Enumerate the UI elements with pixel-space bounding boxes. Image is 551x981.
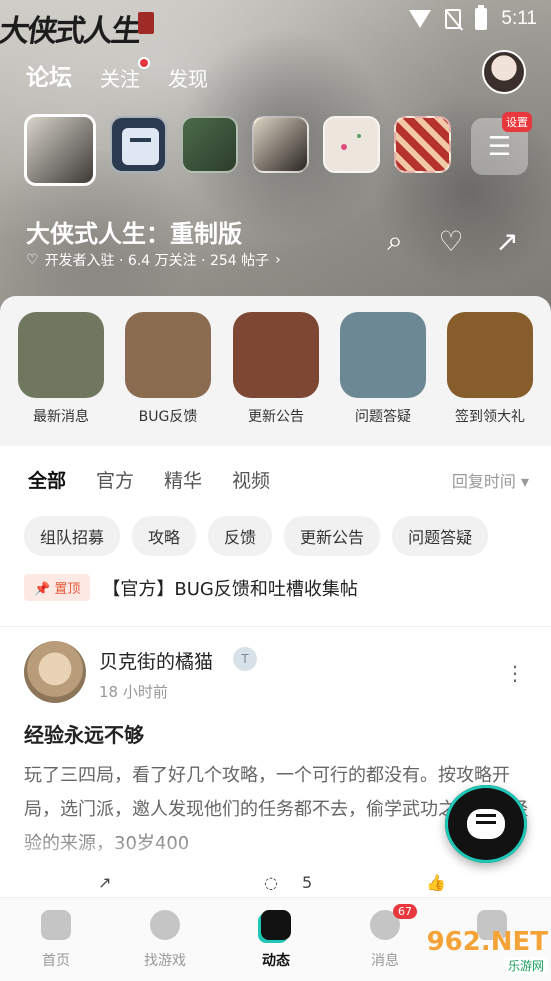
- category-tile: [125, 312, 211, 398]
- share-icon[interactable]: ↗: [490, 224, 524, 258]
- share-icon[interactable]: ↗: [98, 873, 111, 892]
- status-bar: 5:11: [409, 5, 537, 30]
- battery-icon: [475, 5, 488, 30]
- nav-home[interactable]: 首页: [16, 910, 96, 970]
- comment-count: 5: [302, 873, 313, 892]
- chip-update-notice[interactable]: 更新公告: [284, 516, 381, 556]
- watermark-line1: 962.NET: [426, 927, 548, 957]
- category-tile: [340, 312, 426, 398]
- chevron-right-icon[interactable]: ›: [275, 252, 281, 268]
- category-tile: [447, 312, 533, 398]
- home-icon: [41, 910, 71, 940]
- new-post-button[interactable]: [445, 785, 527, 863]
- followed-games-row: [24, 114, 451, 186]
- category-tile: [18, 312, 104, 398]
- topic-chips: 组队招募 攻略 反馈 更新公告 问题答疑: [24, 516, 489, 556]
- no-sim-icon: [445, 9, 462, 29]
- game-icon-6[interactable]: [394, 116, 451, 173]
- notification-dot: [138, 57, 150, 69]
- game-title: 大侠式人生：重制版: [26, 220, 242, 248]
- post-title: 经验永远不够: [24, 723, 144, 747]
- game-settings-button[interactable]: ☰ 设置: [471, 112, 532, 175]
- category-latest-news[interactable]: 最新消息: [18, 312, 104, 426]
- feed-icon: [261, 910, 291, 940]
- search-icon[interactable]: ⌕: [378, 224, 412, 258]
- sort-dropdown[interactable]: 回复时间 ▾: [452, 468, 529, 492]
- comment-icon[interactable]: ◌: [264, 873, 278, 892]
- settings-badge: 设置: [502, 112, 532, 132]
- tab-discover[interactable]: 发现: [168, 63, 208, 92]
- feed-filters: 全部 官方 精华 视频 回复时间 ▾ 组队招募 攻略 反馈 更新公告 问题答疑 …: [0, 446, 551, 626]
- top-nav-tabs: 论坛 关注 发现: [24, 57, 208, 94]
- tab-featured[interactable]: 精华: [164, 466, 202, 493]
- category-qa[interactable]: 问题答疑: [340, 312, 426, 426]
- site-watermark: 962.NET 乐游网: [412, 927, 548, 979]
- tab-following[interactable]: 关注: [100, 57, 150, 92]
- nav-label: 动态: [262, 953, 290, 969]
- chip-qa[interactable]: 问题答疑: [392, 516, 489, 556]
- nav-feed[interactable]: 动态: [236, 910, 316, 970]
- pinned-tag-label: 置顶: [54, 582, 81, 597]
- pinned-post-title: 【官方】BUG反馈和吐槽收集帖: [102, 578, 358, 600]
- feed-tabs: 全部 官方 精华 视频: [28, 466, 270, 497]
- category-label: 最新消息: [33, 409, 89, 425]
- chip-guide[interactable]: 攻略: [132, 516, 197, 556]
- follow-heart-icon[interactable]: ♡: [434, 224, 468, 258]
- pinned-tag: 📌 置顶: [24, 574, 91, 601]
- planet-icon: [150, 910, 180, 940]
- tab-following-label: 关注: [100, 67, 140, 91]
- category-label: BUG反馈: [138, 409, 198, 425]
- more-options-icon[interactable]: ⋮: [505, 661, 525, 685]
- tab-all[interactable]: 全部: [28, 466, 67, 497]
- category-label: 签到领大礼: [455, 409, 525, 425]
- nav-label: 首页: [42, 953, 70, 969]
- developer-icon: ♡: [26, 252, 39, 268]
- nav-label: 找游戏: [144, 953, 186, 969]
- tab-forum[interactable]: 论坛: [24, 58, 74, 94]
- game-icon-dxsrs[interactable]: [24, 114, 96, 186]
- category-tile: [233, 312, 319, 398]
- author-avatar[interactable]: [24, 641, 86, 703]
- game-icon-3[interactable]: [181, 116, 238, 173]
- post-time: 18 小时前: [99, 683, 168, 701]
- message-count-badge: 67: [393, 904, 417, 919]
- like-icon[interactable]: 👍: [426, 873, 446, 892]
- game-icon-2[interactable]: [110, 116, 167, 173]
- category-checkin-gift[interactable]: 签到领大礼: [447, 312, 533, 426]
- banner-actions: ⌕ ♡ ↗: [378, 224, 524, 258]
- game-meta: ♡ 开发者入驻 · 6.4 万关注 · 254 帖子 ›: [26, 250, 281, 270]
- author-name[interactable]: 贝克街的橘猫: [99, 647, 213, 674]
- game-icon-4[interactable]: [252, 116, 309, 173]
- watermark-line2: 乐游网: [503, 957, 548, 974]
- game-icon-5[interactable]: [323, 116, 380, 173]
- chat-bubble-icon: [467, 809, 505, 839]
- game-logo-calligraphy: 大侠式人生: [0, 14, 142, 49]
- user-avatar[interactable]: [482, 50, 526, 94]
- game-banner: 大侠式人生 5:11 论坛 关注 发现 ☰ 设置 大侠式人生：重制版 ♡ 开发者…: [0, 0, 551, 330]
- category-bug-feedback[interactable]: BUG反馈: [125, 312, 211, 426]
- pinned-post[interactable]: 📌 置顶 【官方】BUG反馈和吐槽收集帖: [24, 574, 358, 601]
- wifi-icon: [409, 10, 432, 28]
- category-shortcuts: 最新消息 BUG反馈 更新公告 问题答疑 签到领大礼: [0, 296, 551, 446]
- logo-seal: [138, 12, 154, 34]
- tab-official[interactable]: 官方: [96, 466, 134, 493]
- author-badge: T: [233, 647, 257, 671]
- game-meta-text: 开发者入驻 · 6.4 万关注 · 254 帖子: [44, 253, 270, 269]
- category-update-notice[interactable]: 更新公告: [233, 312, 319, 426]
- category-label: 更新公告: [248, 409, 304, 425]
- chip-team-recruit[interactable]: 组队招募: [24, 516, 121, 556]
- nav-find-games[interactable]: 找游戏: [125, 910, 205, 970]
- sliders-icon: ☰: [487, 131, 512, 162]
- status-time: 5:11: [501, 8, 537, 29]
- category-label: 问题答疑: [355, 409, 411, 425]
- tab-video[interactable]: 视频: [232, 466, 270, 493]
- chip-feedback[interactable]: 反馈: [208, 516, 273, 556]
